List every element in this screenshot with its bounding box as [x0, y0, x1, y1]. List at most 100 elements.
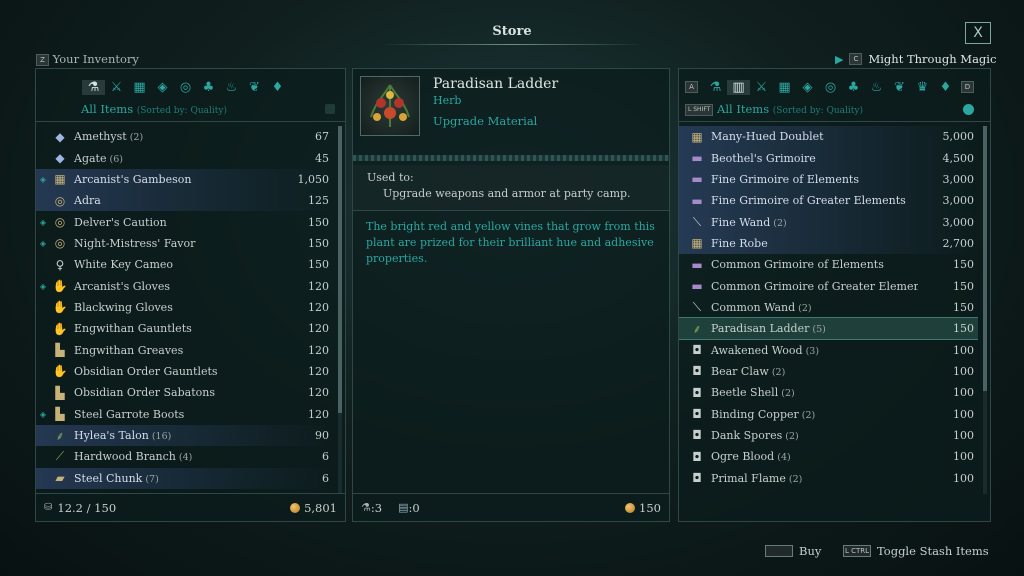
item-name: Night-Mistress' Favor [74, 236, 196, 250]
vendor-scrollbar[interactable] [983, 126, 987, 494]
list-item[interactable]: ◎ Adra 125 [36, 190, 333, 212]
list-item[interactable]: ◈ ◎ Delver's Caution 150 [36, 211, 333, 232]
armor-tab-icon[interactable]: ▦ [773, 80, 796, 95]
list-item[interactable]: ✋ Blackwing Gloves 120 [36, 297, 333, 318]
weapons-tab-icon[interactable]: ⚔ [105, 80, 128, 95]
all-items-tab-icon[interactable]: ⚗ [82, 79, 105, 95]
list-item[interactable]: ◘ Dank Spores (2) 100 [679, 425, 978, 446]
buy-hint[interactable]: Buy [765, 544, 821, 558]
item-quantity: (4) [774, 452, 791, 464]
item-price: 120 [308, 300, 329, 314]
item-price: 150 [308, 215, 329, 229]
item-type: Herb [433, 94, 462, 107]
item-name: Engwithan Greaves [74, 343, 184, 357]
list-item[interactable]: ▬ Common Grimoire of Greater Elements 150 [679, 275, 978, 296]
pouch-icon: ◘ [692, 385, 702, 400]
item-name: Adra [74, 194, 101, 208]
list-item[interactable]: ▦ Fine Robe 2,700 [679, 232, 978, 255]
vendor-key-hint: C [849, 53, 863, 65]
consumables-tab-icon[interactable]: ♣ [197, 80, 220, 95]
inventory-sort-row[interactable]: All Items (Sorted by: Quality) [36, 102, 345, 118]
list-item[interactable]: ⟋ Hardwood Branch (4) 6 [36, 446, 333, 467]
item-name: Fine Wand [711, 215, 771, 229]
list-item[interactable]: ⸙ Hylea's Talon (16) 90 [36, 424, 333, 447]
inventory-list: ◆ Amethyst (2) 67 ◆ Agate (6) 45 ◈ ▦ Arcanist's … [36, 126, 333, 494]
ingredients-tab-icon[interactable]: ❦ [888, 80, 911, 95]
item-detail-header: Paradisan Ladder Herb Upgrade Material [353, 69, 669, 157]
list-item[interactable]: ◆ Agate (6) 45 [36, 147, 333, 168]
list-item[interactable]: ⟍ Fine Wand (2) 3,000 [679, 211, 978, 233]
list-item[interactable]: ◘ Primal Flame (2) 100 [679, 468, 978, 489]
list-item[interactable]: ▦ Many-Hued Doublet 5,000 [679, 126, 978, 148]
prev-tab-key-hint[interactable]: A [685, 81, 698, 93]
gems-tab-icon[interactable]: ♦ [934, 80, 957, 95]
vendor-arrow-icon[interactable]: ▶ [835, 53, 843, 66]
list-item[interactable]: ◈ ◎ Night-Mistress' Favor 150 [36, 233, 333, 254]
used-to-text: Upgrade weapons and armor at party camp. [383, 187, 631, 200]
item-quantity: (2) [770, 217, 787, 229]
list-item[interactable]: ◈ ▦ Arcanist's Gambeson 1,050 [36, 168, 333, 191]
list-item[interactable]: ⸙ Paradisan Ladder (5) 150 [679, 317, 978, 341]
list-item[interactable]: ◈ ✋ Arcanist's Gloves 120 [36, 275, 333, 296]
item-quantity: (4) [175, 452, 193, 464]
vendor-filter-toggle-icon[interactable] [963, 104, 974, 115]
list-item[interactable]: ◈ ▙ Steel Garrote Boots 120 [36, 403, 333, 424]
armor-tab-icon[interactable]: ▦ [128, 80, 151, 95]
pouch-icon: ◘ [687, 493, 707, 494]
inventory-filter-toggle-icon[interactable] [325, 104, 335, 114]
rings-tab-icon[interactable]: ◎ [174, 80, 197, 95]
list-item[interactable]: ♀ White Key Cameo 150 [36, 254, 333, 275]
book-icon: ▬ [691, 257, 703, 272]
list-item[interactable]: ▰ Steel Chunk (7) 6 [36, 467, 333, 489]
accessories-tab-icon[interactable]: ◈ [151, 80, 174, 95]
item-name: Beetle Shell [711, 386, 779, 400]
misc-tab-icon[interactable]: ⚗ [704, 80, 727, 95]
list-item[interactable]: ▬ Fine Grimoire of Greater Elements 3,000 [679, 190, 978, 212]
list-item[interactable]: ◘ Beetle Shell (2) 100 [679, 382, 978, 403]
inventory-scrollbar-thumb[interactable] [338, 126, 342, 414]
list-item[interactable]: ▙ Obsidian Order Sabatons 120 [36, 382, 333, 403]
ingredients-tab-icon[interactable]: ❦ [243, 80, 266, 95]
list-item[interactable]: ▬ Common Grimoire of Elements 150 [679, 254, 978, 275]
item-category: Upgrade Material [433, 114, 538, 128]
inventory-footer: ⛁ 12.2 / 150 5,801 [36, 493, 345, 521]
list-item[interactable]: ◘ Awakened Wood (3) 100 [679, 339, 978, 360]
lamp-tab-icon[interactable]: ♨ [865, 80, 888, 95]
item-description: The bright red and yellow vines that gro… [366, 220, 655, 265]
list-item[interactable]: ◆ Amethyst (2) 67 [36, 126, 333, 147]
item-name: Arcanist's Gloves [74, 279, 171, 293]
list-item[interactable]: ◘ Ogre Blood (4) 100 [679, 446, 978, 467]
item-price: 120 [308, 343, 329, 357]
toggle-stash-hint[interactable]: L CTRL Toggle Stash Items [843, 544, 989, 558]
list-item[interactable]: ◘ Binding Copper (2) 100 [679, 403, 978, 424]
book-icon: ▬ [691, 279, 703, 294]
list-item[interactable]: ⟍ Common Wand (2) 150 [679, 297, 978, 318]
inventory-label: Your Inventory [52, 52, 139, 66]
vendor-sort-row[interactable]: L SHIFT All Items (Sorted by: Quality) [679, 102, 990, 118]
accessories-tab-icon[interactable]: ◈ [796, 80, 819, 95]
close-button[interactable]: X [965, 22, 991, 44]
inventory-scrollbar[interactable] [338, 126, 342, 494]
list-item[interactable]: ✋ Obsidian Order Gauntlets 120 [36, 361, 333, 382]
weapons-tab-icon[interactable]: ⚔ [750, 80, 773, 95]
item-price: 4,500 [942, 151, 975, 165]
item-name: Common Grimoire of Greater Elements [711, 279, 918, 293]
list-item[interactable]: ▙ Engwithan Greaves 120 [36, 339, 333, 360]
item-price: 150 [308, 258, 329, 272]
list-item[interactable]: ✋ Engwithan Gauntlets 120 [36, 318, 333, 339]
list-item[interactable]: ▬ Beothel's Grimoire 4,500 [679, 147, 978, 169]
crown-tab-icon[interactable]: ♛ [911, 80, 934, 95]
item-quantity: (5) [809, 324, 826, 336]
vendor-scrollbar-thumb[interactable] [983, 126, 987, 391]
gems-tab-icon[interactable]: ♦ [266, 80, 289, 95]
rings-tab-icon[interactable]: ◎ [819, 80, 842, 95]
list-item[interactable]: ▬ Fine Grimoire of Elements 3,000 [679, 168, 978, 191]
all-items-tab-icon[interactable]: ▥ [727, 79, 750, 95]
consumables-tab-icon[interactable]: ♣ [842, 80, 865, 95]
list-item[interactable]: ◘ Bear Claw (2) 100 [679, 361, 978, 382]
list-item[interactable]: ◘Primal Rock (2)100 [679, 489, 978, 494]
store-title: Store [492, 24, 532, 39]
lamp-tab-icon[interactable]: ♨ [220, 80, 243, 95]
item-value: 150 [639, 500, 661, 515]
next-tab-key-hint[interactable]: D [961, 81, 974, 93]
